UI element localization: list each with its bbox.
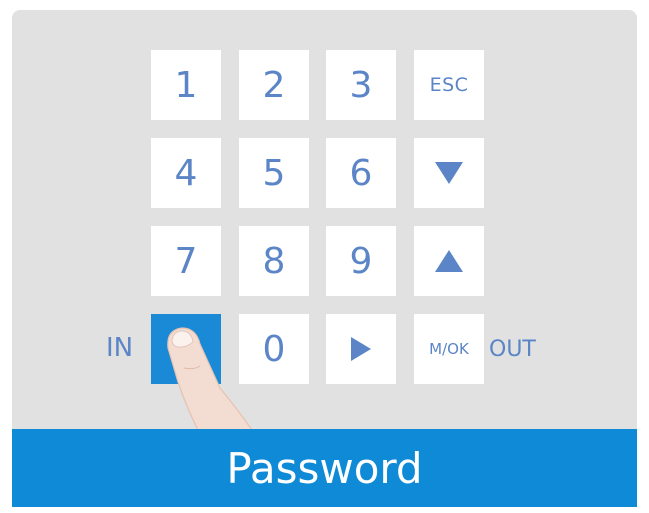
key-4[interactable]: 4	[151, 138, 221, 208]
key-7[interactable]: 7	[151, 226, 221, 296]
key-3[interactable]: 3	[326, 50, 396, 120]
out-label: OUT	[489, 337, 536, 362]
ok-key[interactable]: M/OK	[414, 314, 484, 384]
up-key[interactable]	[414, 226, 484, 296]
key-9[interactable]: 9	[326, 226, 396, 296]
pointing-finger-icon	[167, 327, 253, 430]
esc-key[interactable]: ESC	[414, 50, 484, 120]
right-key[interactable]	[326, 314, 396, 384]
key-5[interactable]: 5	[239, 138, 309, 208]
in-label: IN	[106, 333, 134, 363]
key-6[interactable]: 6	[326, 138, 396, 208]
down-key[interactable]	[414, 138, 484, 208]
keypad-panel	[12, 10, 637, 430]
key-8[interactable]: 8	[239, 226, 309, 296]
password-title: Password	[226, 443, 423, 493]
arrow-up-icon	[435, 250, 463, 272]
key-2[interactable]: 2	[239, 50, 309, 120]
key-1[interactable]: 1	[151, 50, 221, 120]
arrow-right-icon	[351, 337, 371, 361]
password-footer: Password	[12, 429, 637, 507]
arrow-down-icon	[435, 162, 463, 184]
